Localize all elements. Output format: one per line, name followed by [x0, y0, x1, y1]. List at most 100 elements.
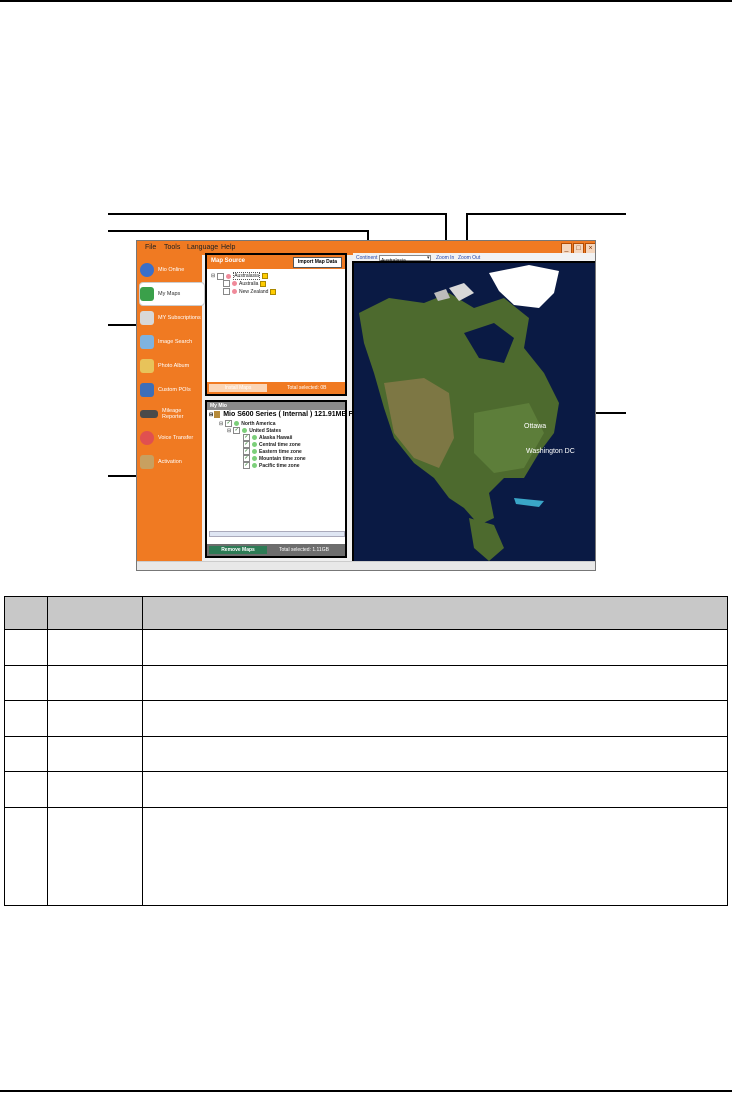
table-cell	[142, 771, 728, 808]
table-cell	[47, 700, 143, 737]
map-status-icon	[252, 442, 257, 447]
tree-expand-icon[interactable]: ⊟	[219, 421, 223, 427]
table-header-row	[4, 595, 728, 631]
tree-item-label: Mountain time zone	[259, 455, 306, 462]
tree-expand-icon[interactable]: ⊟	[211, 273, 215, 279]
tree-item-label: Pacific time zone	[259, 462, 300, 469]
tree-item-label: United States	[249, 427, 282, 434]
sidebar-item-mio-online[interactable]: Mio Online	[140, 259, 202, 281]
image-search-icon	[140, 335, 154, 349]
app-window: File Tools Language Help _ □ × Mio Onlin…	[136, 240, 596, 571]
map-status-icon	[252, 463, 257, 468]
envelope-icon	[140, 311, 154, 325]
checkbox[interactable]	[223, 288, 230, 295]
table-cell	[4, 700, 48, 737]
table-header-cell	[4, 595, 48, 631]
table-cell	[142, 735, 728, 773]
mileage-icon	[140, 410, 158, 418]
sidebar: Mio Online My Maps MY Subscriptions Imag…	[137, 255, 205, 561]
sidebar-item-label: Activation	[158, 459, 182, 465]
status-bar	[137, 561, 595, 570]
sidebar-item-label: My Maps	[158, 291, 181, 297]
menu-language[interactable]: Language	[187, 244, 218, 251]
tree-item-new-zealand[interactable]: New Zealand	[223, 288, 277, 295]
table-cell	[47, 629, 143, 666]
checkbox[interactable]	[223, 280, 230, 287]
checkbox[interactable]: ✓	[243, 441, 250, 448]
horizontal-scrollbar[interactable]	[209, 531, 345, 537]
map-status-icon	[252, 449, 257, 454]
lock-icon	[270, 288, 277, 295]
sidebar-item-activation[interactable]: Activation	[140, 451, 202, 473]
menu-tools[interactable]: Tools	[164, 244, 180, 251]
north-america-map	[354, 263, 595, 564]
checkbox[interactable]: ✓	[243, 462, 250, 469]
table-cell	[142, 629, 728, 666]
sidebar-item-label: Voice Transfer	[158, 435, 194, 441]
tree-item-central-time-zone[interactable]: ✓ Central time zone	[243, 441, 301, 448]
photo-album-icon	[140, 359, 154, 373]
tree-item-united-states[interactable]: ⊟ ✓ United States	[227, 427, 281, 434]
remove-maps-button[interactable]: Remove Maps	[209, 546, 267, 554]
checkbox[interactable]: ✓	[233, 427, 241, 434]
checkbox[interactable]: ✓	[243, 448, 250, 455]
drive-icon	[214, 411, 221, 418]
tree-item-mountain-time-zone[interactable]: ✓ Mountain time zone	[243, 455, 306, 462]
checkbox[interactable]: ✓	[243, 455, 250, 462]
tree-item-alaska-hawaii[interactable]: ✓ Alaska Hawaii	[243, 434, 292, 441]
device-item[interactable]: ⊟ Mio S600 Series ( Internal ) 121.91MB …	[209, 411, 353, 418]
voice-icon	[140, 431, 154, 445]
import-map-data-button[interactable]: Import Map Data	[292, 257, 342, 268]
sidebar-item-label: Mio Online	[158, 267, 185, 273]
table-row	[4, 664, 728, 702]
sidebar-item-custom-pois[interactable]: Custom POIs	[140, 379, 202, 401]
sidebar-item-voice-transfer[interactable]: Voice Transfer	[140, 427, 202, 449]
checkbox[interactable]: ✓	[243, 434, 250, 441]
sidebar-item-label: Image Search	[158, 339, 193, 345]
my-mio-footer: Remove Maps Total selected: 1.11GB	[207, 544, 345, 556]
map-view[interactable]: Ottawa Washington DC	[352, 261, 595, 566]
tree-item-north-america[interactable]: ⊟ ✓ North America	[219, 420, 275, 427]
tree-item-pacific-time-zone[interactable]: ✓ Pacific time zone	[243, 462, 300, 469]
sidebar-item-photo-album[interactable]: Photo Album	[140, 355, 202, 377]
callout-line-2	[108, 230, 368, 232]
sidebar-item-my-subscriptions[interactable]: MY Subscriptions	[140, 307, 202, 329]
tree-item-label: North America	[241, 420, 276, 427]
map-status-icon	[234, 421, 240, 426]
tree-item-label: Australia	[239, 280, 259, 287]
tree-item-label: Alaska Hawaii	[259, 434, 293, 441]
tree-item-label: Australasia	[233, 272, 260, 280]
tree-expand-icon[interactable]: ⊟	[227, 428, 231, 434]
tree-expand-icon[interactable]: ⊟	[209, 412, 213, 418]
map-source-panel: Map Source Import Map Data ⊟ Australasia…	[205, 253, 347, 396]
my-mio-panel: My Mio ⊟ Mio S600 Series ( Internal ) 12…	[205, 400, 353, 558]
table-cell	[4, 664, 48, 702]
map-status-icon	[232, 281, 237, 286]
tree-item-eastern-time-zone[interactable]: ✓ Eastern time zone	[243, 448, 302, 455]
tree-item-label: Central time zone	[259, 441, 301, 448]
menu-file[interactable]: File	[145, 244, 156, 251]
tree-item-australasia[interactable]: ⊟ Australasia	[211, 272, 268, 280]
poi-icon	[140, 383, 154, 397]
install-maps-button[interactable]: Install Maps	[209, 384, 267, 392]
table-row	[4, 771, 728, 808]
my-mio-total: Total selected: 1.11GB	[279, 547, 329, 553]
tree-item-australia[interactable]: Australia	[223, 280, 267, 287]
menu-help[interactable]: Help	[221, 244, 235, 251]
map-source-footer: Install Maps Total selected: 0B	[207, 382, 345, 394]
sidebar-item-my-maps[interactable]: My Maps	[139, 282, 205, 306]
callout-legend-table	[4, 595, 728, 907]
table-cell	[142, 700, 728, 737]
sidebar-item-mileage-reporter[interactable]: Mileage Reporter	[140, 403, 202, 425]
table-cell	[142, 806, 728, 907]
checkbox[interactable]: ✓	[225, 420, 233, 427]
map-source-header: Map Source Import Map Data	[207, 255, 345, 269]
sidebar-item-image-search[interactable]: Image Search	[140, 331, 202, 353]
globe-icon	[140, 263, 154, 277]
map-icon	[140, 287, 154, 301]
table-cell	[4, 629, 48, 666]
city-label-washington: Washington DC	[526, 448, 575, 455]
callout-line-6	[596, 412, 626, 414]
tree-item-label: Eastern time zone	[259, 448, 302, 455]
checkbox[interactable]	[217, 272, 225, 280]
